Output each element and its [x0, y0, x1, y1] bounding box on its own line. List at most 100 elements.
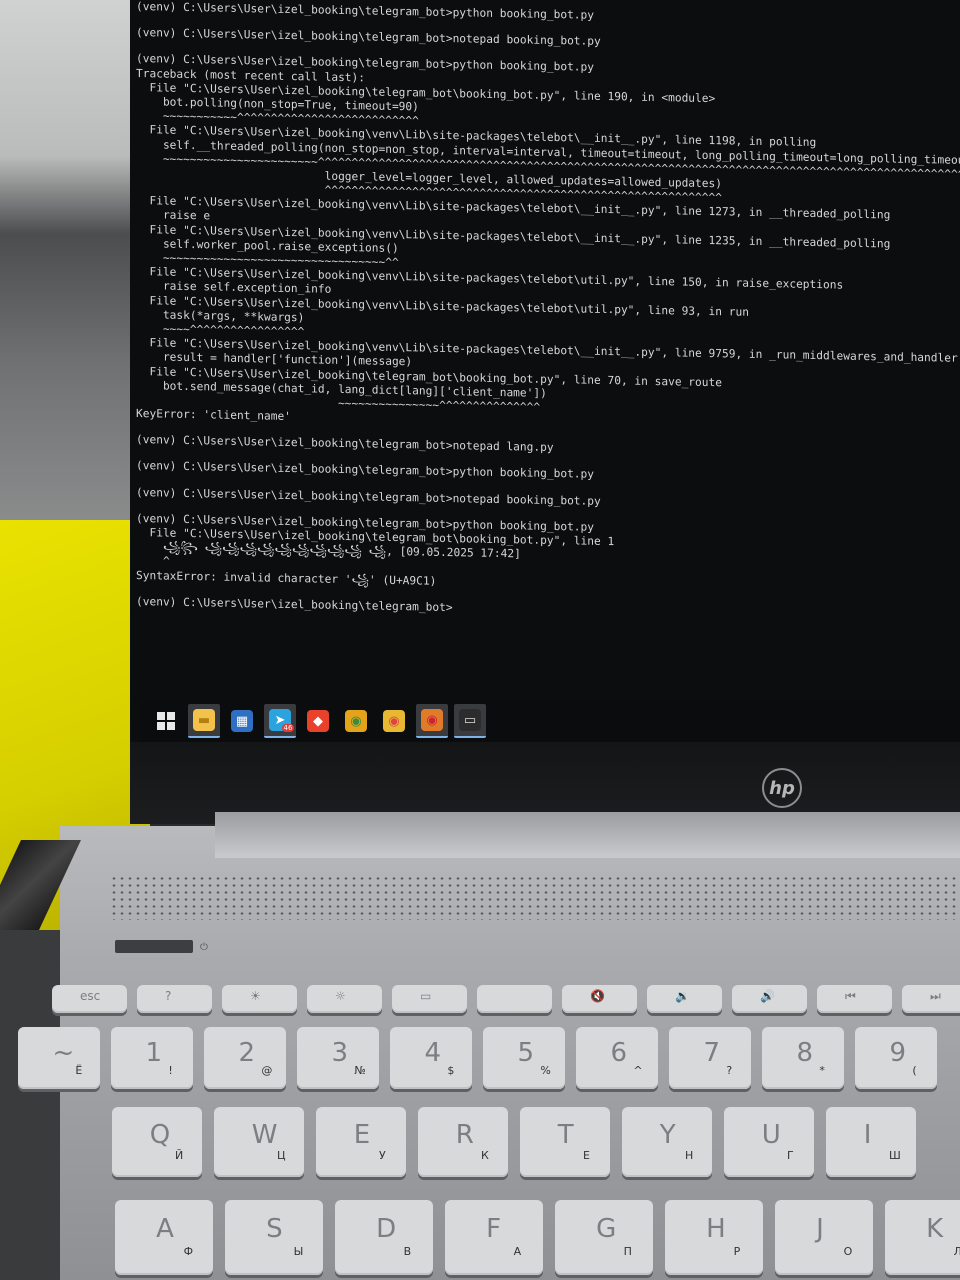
chrome-icon: ◉: [345, 710, 367, 732]
keyboard-key[interactable]: 1!: [111, 1027, 193, 1089]
keyboard-key[interactable]: 🔇: [562, 985, 637, 1013]
key-label: Y: [659, 1119, 676, 1150]
keyboard-key[interactable]: 🔉: [647, 985, 722, 1013]
key-label: S: [266, 1213, 283, 1244]
taskbar-windows-start-button[interactable]: [150, 705, 182, 737]
key-label: 6: [610, 1038, 627, 1069]
command-prompt-window[interactable]: (venv) C:\Users\User\izel_booking\telegr…: [136, 0, 960, 716]
keyboard-key[interactable]: RК: [418, 1107, 508, 1177]
key-label: ☼: [335, 989, 346, 1003]
keyboard-key[interactable]: QЙ: [112, 1107, 202, 1177]
keyboard-key[interactable]: TЕ: [520, 1107, 610, 1177]
key-label: 8: [796, 1038, 813, 1069]
keyboard-key[interactable]: 2 @: [204, 1027, 286, 1089]
keyboard-key[interactable]: FА: [445, 1200, 543, 1275]
chrome-canary-icon: ◉: [383, 710, 405, 732]
key-sublabel: А: [513, 1245, 522, 1258]
key-sublabel: Г: [787, 1149, 794, 1162]
keyboard-key[interactable]: DВ: [335, 1200, 433, 1275]
keyboard-key[interactable]: 5%: [483, 1027, 565, 1089]
keyboard-key[interactable]: UГ: [724, 1107, 814, 1177]
keyboard-key[interactable]: 8 *: [762, 1027, 844, 1089]
windows-start-icon: [157, 712, 175, 730]
microsoft-store-icon: ▦: [231, 710, 253, 732]
keyboard-key[interactable]: AФ: [115, 1200, 213, 1275]
laptop-hinge: [215, 812, 960, 858]
keyboard-key[interactable]: 7?: [669, 1027, 751, 1089]
keyboard-key[interactable]: ~ Ё: [18, 1027, 100, 1089]
keyboard-key[interactable]: ⏭: [902, 985, 960, 1013]
taskbar-chrome-canary-button[interactable]: ◉: [378, 705, 410, 737]
key-label: G: [596, 1213, 617, 1244]
keyboard-key[interactable]: GП: [555, 1200, 653, 1275]
key-sublabel: $: [447, 1064, 455, 1078]
key-sublabel: О: [843, 1245, 853, 1258]
taskbar-telegram-button[interactable]: ➤ 46: [264, 704, 296, 738]
keyboard-key[interactable]: ☼: [307, 985, 382, 1013]
keyboard-key[interactable]: 9(: [855, 1027, 937, 1089]
taskbar-command-prompt-button[interactable]: ▭: [454, 704, 486, 738]
key-sublabel: !: [168, 1064, 173, 1078]
taskbar-file-explorer-button[interactable]: ▬: [188, 704, 220, 738]
key-label: ▭: [420, 989, 432, 1003]
keyboard-key[interactable]: ▭: [392, 985, 467, 1013]
key-label: 3: [331, 1038, 348, 1069]
speaker-grille: [110, 875, 960, 920]
keyboard-key[interactable]: 6 ^: [576, 1027, 658, 1089]
hp-logo: hp: [762, 768, 802, 808]
keyboard-key[interactable]: KЛ: [885, 1200, 960, 1275]
key-label: ☀: [250, 989, 261, 1003]
taskbar-anydesk-button[interactable]: ◆: [302, 705, 334, 737]
key-sublabel: ^: [633, 1064, 643, 1078]
keyboard-key[interactable]: [477, 985, 552, 1013]
laptop-screen: (venv) C:\Users\User\izel_booking\telegr…: [130, 0, 960, 742]
keyboard-key[interactable]: SЫ: [225, 1200, 323, 1275]
power-icon: ⏻: [200, 942, 208, 953]
key-label: Q: [149, 1119, 171, 1150]
key-sublabel: У: [379, 1149, 386, 1162]
keyboard-key[interactable]: ☀: [222, 985, 297, 1013]
key-sublabel: Н: [685, 1149, 694, 1162]
key-sublabel: Ш: [889, 1149, 901, 1162]
key-label: 9: [889, 1038, 906, 1069]
key-sublabel: ?: [726, 1064, 733, 1078]
keyboard-key[interactable]: HР: [665, 1200, 763, 1275]
taskbar-chrome-button[interactable]: ◉: [340, 705, 372, 737]
key-label: H: [706, 1213, 726, 1244]
anydesk-icon: ◆: [307, 710, 329, 732]
command-prompt-icon: ▭: [459, 709, 481, 731]
key-sublabel: Ц: [277, 1149, 286, 1162]
keyboard-key[interactable]: WЦ: [214, 1107, 304, 1177]
keyboard-key[interactable]: esc: [52, 985, 127, 1013]
key-label: T: [557, 1119, 574, 1150]
windows-taskbar: ▬ ▦ ➤ 46 ◆ ◉ ◉ ◉ ▭: [140, 700, 960, 742]
key-label: U: [761, 1119, 781, 1150]
keyboard-key[interactable]: 4 $: [390, 1027, 472, 1089]
keyboard-key[interactable]: EУ: [316, 1107, 406, 1177]
chrome-profile-icon: ◉: [421, 709, 443, 731]
key-sublabel: П: [623, 1245, 632, 1258]
keyboard-key[interactable]: JО: [775, 1200, 873, 1275]
power-button[interactable]: [115, 940, 193, 953]
keyboard-key[interactable]: IШ: [826, 1107, 916, 1177]
key-sublabel: Ы: [293, 1245, 304, 1258]
key-sublabel: Л: [953, 1245, 960, 1258]
keyboard-key[interactable]: ?: [137, 985, 212, 1013]
key-sublabel: %: [540, 1064, 551, 1078]
key-label: F: [486, 1213, 502, 1244]
key-sublabel: №: [354, 1064, 366, 1078]
key-label: A: [156, 1213, 174, 1244]
taskbar-chrome-profile-button[interactable]: ◉: [416, 704, 448, 738]
key-label: R: [455, 1119, 474, 1150]
key-label: 2: [238, 1038, 255, 1069]
key-label: ⏭: [930, 989, 941, 1003]
keyboard-key[interactable]: 3 №: [297, 1027, 379, 1089]
key-label: 7: [703, 1038, 720, 1069]
taskbar-microsoft-store-button[interactable]: ▦: [226, 705, 258, 737]
keyboard-key[interactable]: ⏮: [817, 985, 892, 1013]
keyboard-key[interactable]: 🔊: [732, 985, 807, 1013]
key-label: J: [816, 1213, 824, 1244]
keyboard-key[interactable]: YН: [622, 1107, 712, 1177]
key-label: 🔇: [590, 989, 605, 1003]
file-explorer-icon: ▬: [193, 709, 215, 731]
